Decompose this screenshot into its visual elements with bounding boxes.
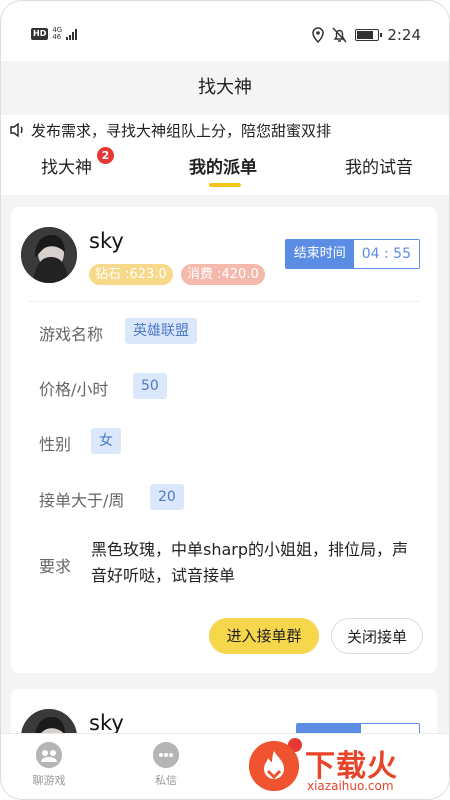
- fire-logo-icon: [249, 741, 299, 791]
- field-value-weekly: 20: [150, 484, 184, 510]
- requirement-text: 黑色玫瑰，中单sharp的小姐姐，排位局，声音好听哒，试音接单: [91, 540, 409, 585]
- diamond-badge: 钻石 :623.0: [89, 264, 173, 285]
- nav-label: 私信: [155, 774, 177, 787]
- nav-label: 聊游戏: [32, 774, 66, 787]
- username: sky: [89, 711, 124, 735]
- active-tab-indicator: [209, 183, 241, 187]
- field-label-game: 游戏名称: [39, 325, 104, 344]
- order-card: sky 钻石 :623.0 消费 :420.0 结束时间 04 : 55 游戏名…: [11, 207, 437, 673]
- watermark-logo: 下载火 xiazaihuo.com: [249, 741, 439, 797]
- battery-fill: [357, 31, 374, 39]
- divider: [29, 301, 419, 302]
- status-right: 2:24: [312, 26, 421, 44]
- nav-messages[interactable]: 私信: [136, 742, 196, 788]
- field-value-price: 50: [133, 373, 167, 399]
- avatar[interactable]: [21, 227, 77, 283]
- tab-find-master[interactable]: 找大神 2: [41, 147, 114, 178]
- mute-bell-icon: [332, 27, 347, 43]
- tab-bar: 找大神 2 我的派单 我的试音: [1, 145, 449, 195]
- field-label-gender: 性别: [39, 435, 72, 454]
- phone-frame: HD 4G 46 2:24 找大神 发布需求，寻找大神组队上分，陪您甜蜜双排 找…: [0, 0, 450, 800]
- chat-game-icon: [36, 742, 62, 768]
- hd-indicator: HD: [31, 28, 49, 40]
- join-group-button[interactable]: 进入接单群: [209, 618, 319, 654]
- end-time-label: 结束时间: [285, 240, 354, 268]
- status-bar: HD 4G 46 2:24: [1, 1, 449, 61]
- field-label-weekly: 接单大于/周: [39, 491, 125, 510]
- notice-text: 发布需求，寻找大神组队上分，陪您甜蜜双排: [31, 121, 332, 140]
- message-icon: [153, 742, 179, 768]
- close-order-button[interactable]: 关闭接单: [331, 618, 423, 654]
- page-title: 找大神: [1, 61, 449, 115]
- status-left: HD 4G 46: [31, 27, 78, 41]
- tab-badge: 2: [97, 147, 114, 164]
- nav-chat-game[interactable]: 聊游戏: [19, 742, 79, 788]
- clock: 2:24: [387, 26, 421, 44]
- network-indicator: 4G 46: [52, 27, 62, 41]
- battery-icon: [355, 29, 383, 41]
- speaker-icon: [10, 122, 23, 138]
- notice-bar: 发布需求，寻找大神组队上分，陪您甜蜜双排: [1, 115, 449, 145]
- tab-label: 我的试音: [345, 158, 413, 178]
- tab-label: 我的派单: [189, 158, 257, 178]
- network-sub: 46: [52, 33, 62, 41]
- field-value-game: 英雄联盟: [125, 318, 197, 344]
- tab-label: 找大神: [41, 158, 92, 178]
- signal-icon: [66, 28, 78, 40]
- end-time-box: 结束时间 04 : 55: [284, 239, 420, 269]
- tab-my-orders[interactable]: 我的派单: [189, 153, 257, 178]
- field-value-gender: 女: [91, 428, 121, 454]
- location-icon: [312, 27, 325, 43]
- watermark-url: xiazaihuo.com: [307, 779, 394, 793]
- end-time-value: 04 : 55: [353, 240, 419, 268]
- username: sky: [89, 229, 124, 253]
- consume-badge: 消费 :420.0: [181, 264, 265, 285]
- field-label-price: 价格/小时: [39, 380, 109, 399]
- tab-my-auditions[interactable]: 我的试音: [345, 153, 413, 178]
- field-label-requirement: 要求: [39, 557, 72, 576]
